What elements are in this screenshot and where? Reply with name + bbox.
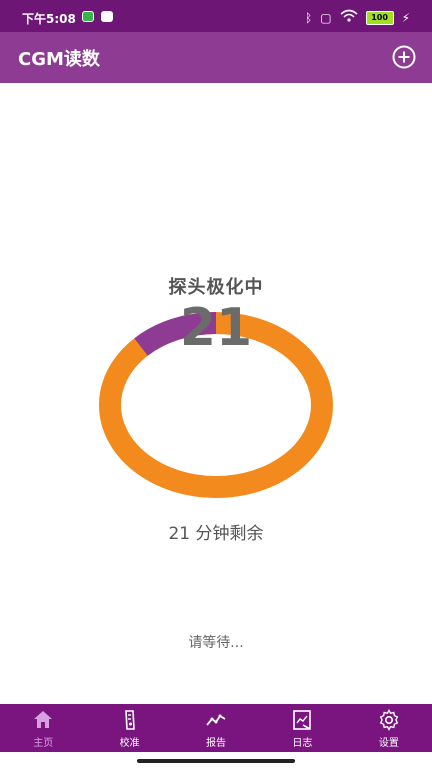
nav-label-calibration: 校准 bbox=[119, 737, 140, 749]
status-icons: ᛒ ▢ 100 ⚡ bbox=[305, 9, 410, 26]
add-button[interactable] bbox=[392, 45, 416, 69]
status-time: 下午5:08 bbox=[22, 12, 76, 26]
app-bar: CGM读数 bbox=[0, 32, 432, 83]
status-bar: 下午5:08 ᛒ ▢ 100 ⚡ bbox=[0, 0, 432, 32]
nav-label-log: 日志 bbox=[292, 737, 313, 749]
bluetooth-icon: ᛒ bbox=[305, 10, 313, 25]
nav-item-report[interactable]: 报告 bbox=[173, 704, 259, 752]
no-sim-icon: ▢ bbox=[320, 10, 332, 25]
waiting-label: 请等待... bbox=[188, 635, 244, 651]
nav-item-home[interactable]: 主页 bbox=[0, 704, 86, 752]
countdown-number: 21 bbox=[179, 298, 253, 358]
report-icon bbox=[206, 714, 226, 726]
main-content: 探头极化中 21 分钟剩余 请等待... bbox=[0, 83, 432, 704]
plus-circle-icon bbox=[392, 45, 416, 69]
settings-icon bbox=[379, 708, 399, 731]
nav-label-report: 报告 bbox=[206, 737, 227, 749]
log-icon bbox=[293, 709, 312, 730]
home-icon bbox=[34, 710, 53, 728]
nav-item-calibration[interactable]: 校准 bbox=[86, 704, 172, 752]
calibration-icon bbox=[124, 709, 135, 730]
nav-item-settings[interactable]: 设置 bbox=[346, 704, 432, 752]
nav-label-settings: 设置 bbox=[378, 737, 399, 749]
charging-icon: ⚡ bbox=[401, 10, 410, 25]
gesture-handle[interactable] bbox=[137, 759, 295, 763]
time-remaining-label: 21 分钟剩余 bbox=[168, 524, 264, 544]
battery-indicator: 100 bbox=[365, 10, 394, 25]
nav-item-log[interactable]: 日志 bbox=[259, 704, 345, 752]
gesture-bar bbox=[0, 752, 432, 768]
wifi-icon bbox=[340, 9, 358, 26]
sensor-status-title: 探头极化中 bbox=[168, 277, 264, 298]
bottom-navigation: 主页 校准 报告 日志 设置 bbox=[0, 704, 432, 752]
nav-label-home: 主页 bbox=[33, 737, 54, 749]
wechat-notification-icon bbox=[82, 11, 94, 22]
app-notification-icon bbox=[101, 11, 113, 22]
page-title: CGM读数 bbox=[18, 49, 100, 70]
